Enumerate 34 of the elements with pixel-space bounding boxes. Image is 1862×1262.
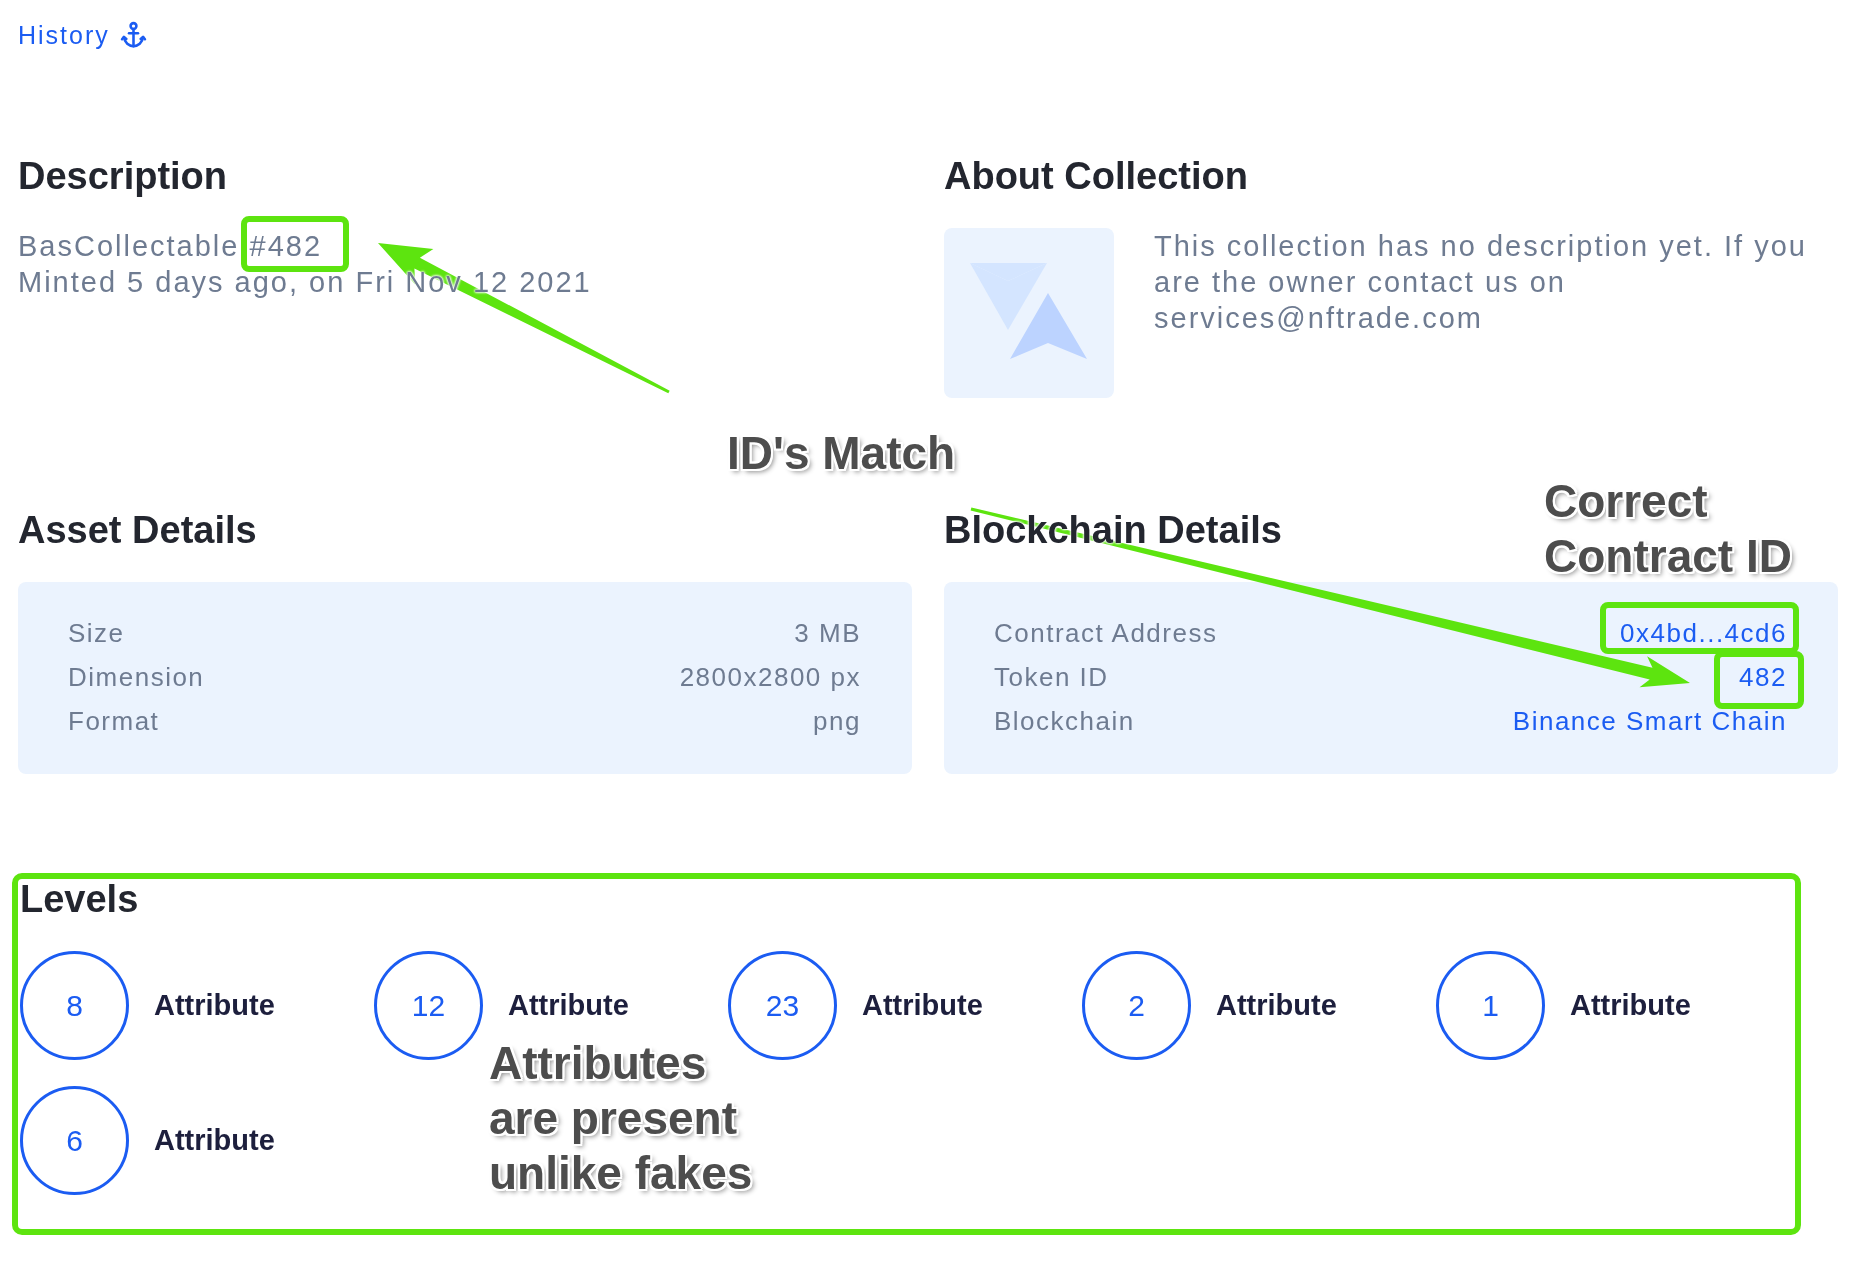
detail-label: Size bbox=[68, 617, 125, 649]
detail-label: Contract Address bbox=[994, 617, 1218, 649]
detail-value: 3 MB bbox=[794, 621, 861, 645]
level-value: 12 bbox=[374, 951, 483, 1060]
section-heading: About Collection bbox=[944, 154, 1248, 199]
level-label: Attribute bbox=[862, 989, 983, 1022]
level-value: 23 bbox=[728, 951, 837, 1060]
detail-link[interactable]: 0x4bd...4cd6 bbox=[1620, 621, 1787, 645]
level-label: Attribute bbox=[508, 989, 629, 1022]
level-value: 1 bbox=[1436, 951, 1545, 1060]
callout-text: Correct Contract ID bbox=[1544, 474, 1793, 584]
section-heading: Levels bbox=[20, 879, 139, 919]
history-link[interactable]: History bbox=[18, 20, 147, 50]
detail-value: png bbox=[813, 709, 861, 733]
detail-label: Dimension bbox=[68, 661, 205, 693]
callout-text: ID's Match bbox=[727, 426, 956, 481]
item-name: BasCollectable #482 bbox=[18, 229, 322, 264]
level-label: Attribute bbox=[154, 1124, 275, 1157]
level-label: Attribute bbox=[154, 989, 275, 1022]
level-value: 2 bbox=[1082, 951, 1191, 1060]
detail-link[interactable]: 482 bbox=[1739, 665, 1787, 689]
collection-description: This collection has no description yet. If you are the owner contact us on services@nftrade.com bbox=[1154, 229, 1808, 336]
anchor-icon bbox=[119, 21, 147, 49]
level-value: 6 bbox=[20, 1086, 129, 1195]
section-heading: Asset Details bbox=[18, 508, 257, 553]
detail-label: Format bbox=[68, 705, 160, 737]
section-heading: Description bbox=[18, 154, 228, 199]
detail-label: Blockchain bbox=[994, 705, 1135, 737]
level-label: Attribute bbox=[1216, 989, 1337, 1022]
level-value: 8 bbox=[20, 951, 129, 1060]
detail-link[interactable]: Binance Smart Chain bbox=[1512, 709, 1787, 733]
detail-label: Token ID bbox=[994, 661, 1109, 693]
level-label: Attribute bbox=[1570, 989, 1691, 1022]
detail-value: 2800x2800 px bbox=[679, 665, 861, 689]
